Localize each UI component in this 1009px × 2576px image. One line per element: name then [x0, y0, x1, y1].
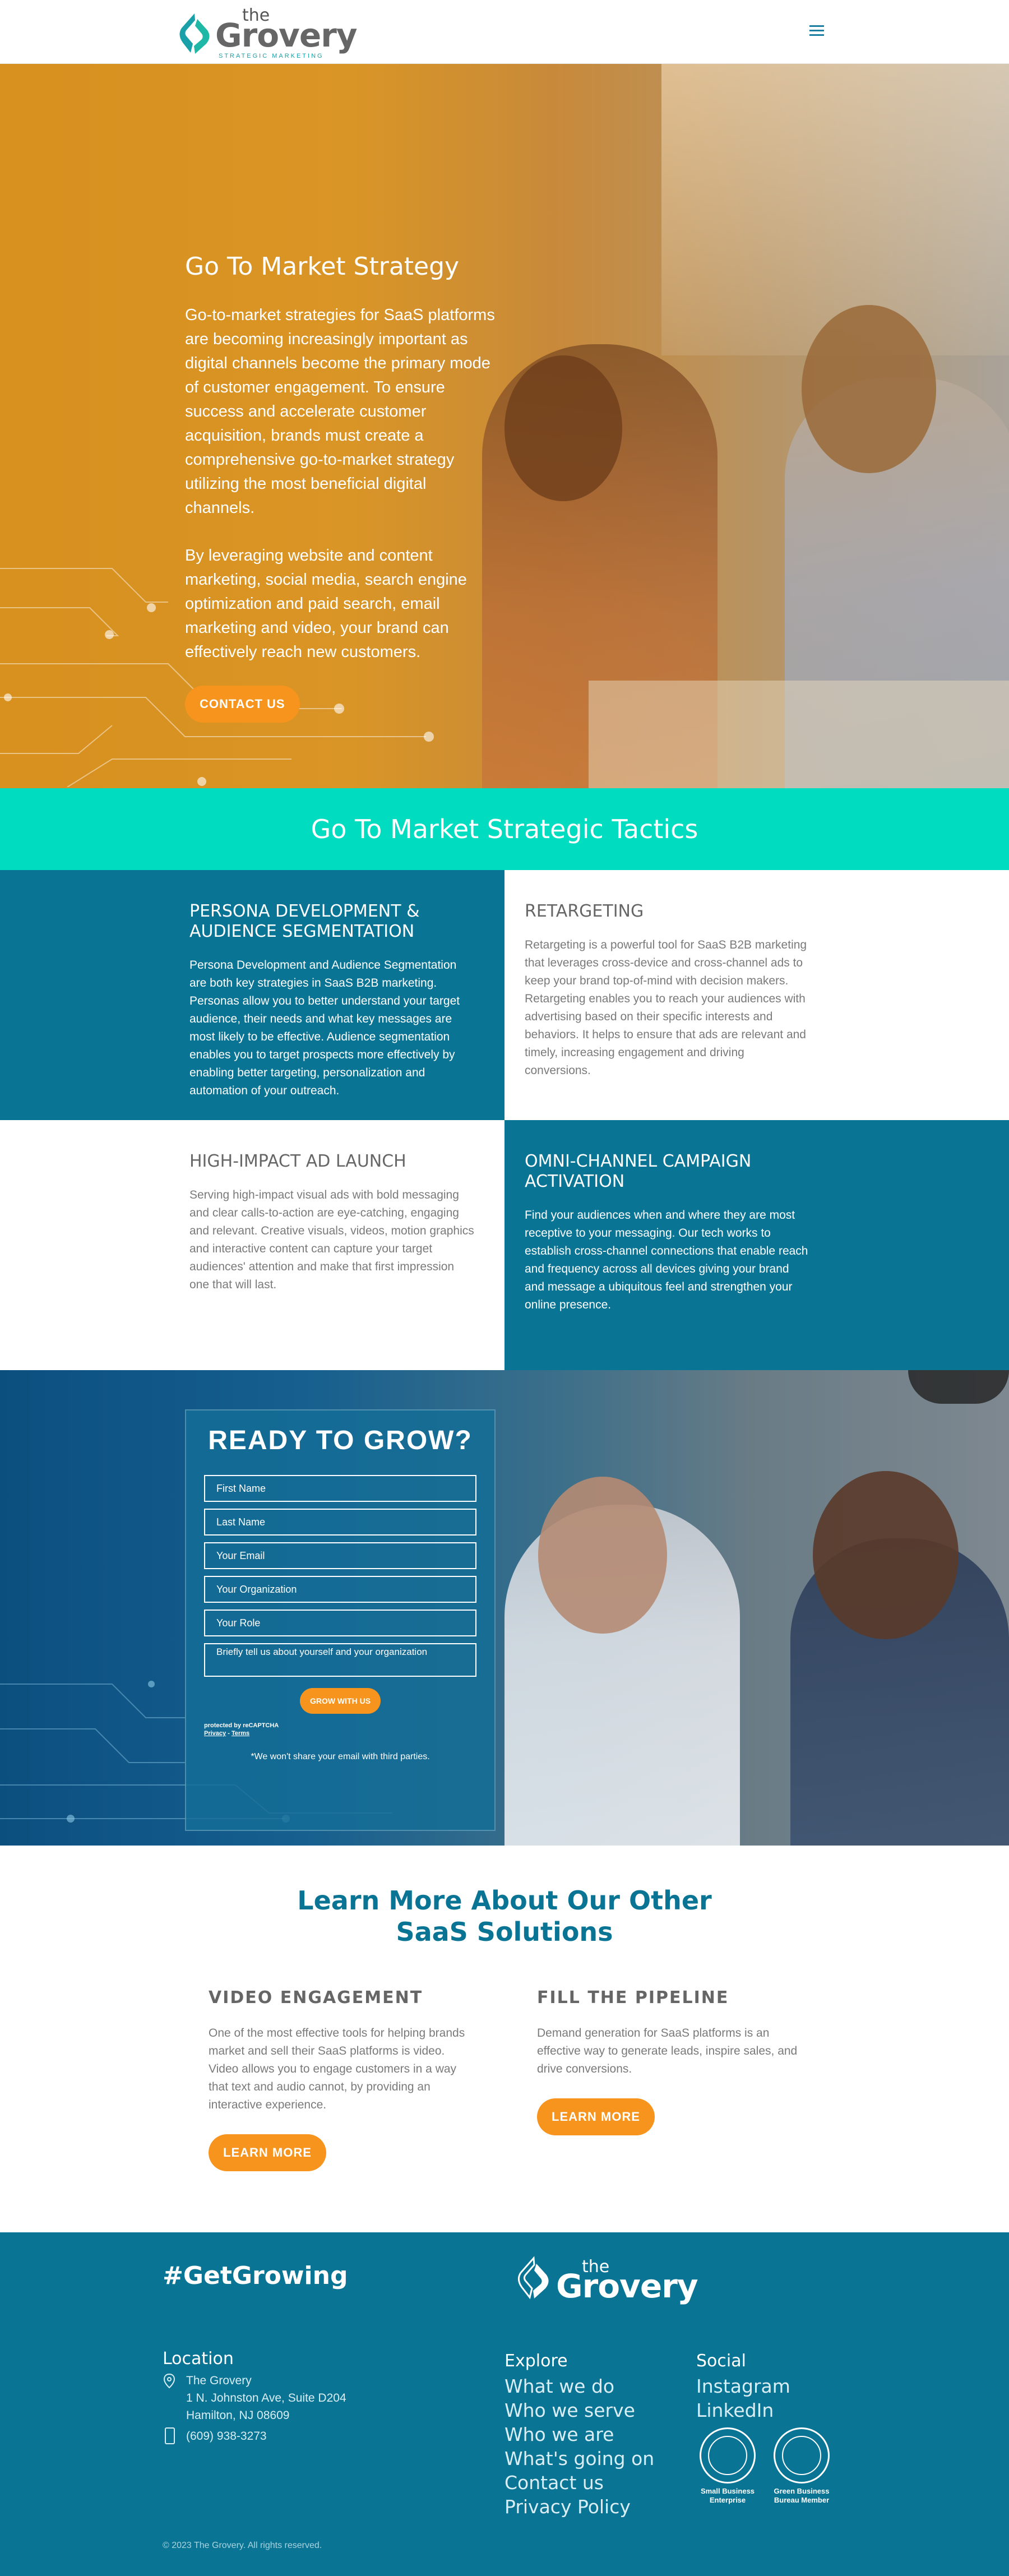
privacy-note: *We won't share your email with third pa…	[251, 1752, 430, 1761]
tactic-title: OMNI-CHANNEL CAMPAIGN ACTIVATION	[525, 1151, 752, 1191]
hero-section: Go To Market Strategy Go-to-market strat…	[0, 64, 1009, 788]
explore-link-who-we-are[interactable]: Who we are	[504, 2422, 654, 2446]
badge-label: Enterprise	[709, 2496, 746, 2504]
hero-table-image	[589, 681, 1009, 788]
footer-explore: Explore What we do Who we serve Who we a…	[504, 2351, 654, 2519]
solution-title: VIDEO ENGAGEMENT	[209, 1988, 423, 2008]
recaptcha-notice: protected by reCAPTCHA Privacy - Terms	[204, 1722, 279, 1737]
tactic-card-ad-launch: HIGH-IMPACT AD LAUNCH Serving high-impac…	[0, 1120, 504, 1370]
green-business-badge: Green Business Bureau Member	[771, 2427, 832, 2505]
explore-link-whats-going-on[interactable]: What's going on	[504, 2446, 654, 2471]
small-business-badge: Small Business Enterprise	[697, 2427, 758, 2505]
logo-the-text: the	[242, 6, 270, 25]
leaf-logo-icon	[179, 13, 210, 54]
solution-card-pipeline: FILL THE PIPELINE Demand generation for …	[537, 1988, 800, 2135]
tactics-heading: Go To Market Strategic Tactics	[311, 814, 698, 844]
phone-number: (609) 938-3273	[186, 2430, 267, 2443]
footer-logo-the: the	[582, 2257, 610, 2277]
privacy-link[interactable]: Privacy	[204, 1730, 226, 1737]
instagram-link[interactable]: Instagram	[696, 2374, 790, 2398]
organization-field[interactable]: Your Organization	[204, 1576, 476, 1603]
linkedin-link[interactable]: LinkedIn	[696, 2398, 790, 2422]
nj-seal-icon	[700, 2427, 756, 2483]
tactic-body: Retargeting is a powerful tool for SaaS …	[525, 938, 807, 1077]
hero-woman-head-image	[802, 305, 936, 473]
map-pin-icon	[163, 2373, 175, 2389]
certification-badges: Small Business Enterprise Green Business…	[697, 2427, 832, 2505]
footer-hashtag: #GetGrowing	[163, 2261, 348, 2290]
solution-body: One of the most effective tools for help…	[209, 2027, 465, 2111]
phone-icon	[165, 2427, 175, 2444]
first-name-field[interactable]: First Name	[204, 1475, 476, 1502]
learn-more-button[interactable]: LEARN MORE	[209, 2134, 326, 2171]
site-header: the Grovery STRATEGIC MARKETING	[0, 0, 1009, 64]
copyright: © 2023 The Grovery. All rights reserved.	[163, 2541, 322, 2550]
badge-label: Small Business	[700, 2487, 755, 2495]
man-head-image	[538, 1477, 667, 1634]
email-field[interactable]: Your Email	[204, 1542, 476, 1569]
tactic-card-retargeting: RETARGETING Retargeting is a powerful to…	[504, 870, 1009, 1120]
learn-more-button[interactable]: LEARN MORE	[537, 2098, 655, 2135]
tactic-body: Find your audiences when and where they …	[525, 1209, 808, 1311]
form-title: READY TO GROW?	[208, 1426, 473, 1455]
recaptcha-text: protected by reCAPTCHA	[204, 1722, 279, 1729]
gbb-seal-icon	[774, 2427, 830, 2483]
logo-name-text: Grovery	[215, 16, 358, 54]
site-footer: #GetGrowing the Grovery Location The Gro…	[0, 2232, 1009, 2576]
hero-paragraph-1: Go-to-market strategies for SaaS platfor…	[185, 306, 495, 517]
tactic-title: RETARGETING	[525, 901, 644, 921]
role-field[interactable]: Your Role	[204, 1610, 476, 1636]
tactic-body: Persona Development and Audience Segment…	[189, 959, 460, 1097]
badge-label: Green Business	[774, 2487, 830, 2495]
footer-social: Social Instagram LinkedIn	[696, 2351, 790, 2422]
learn-heading-line-1: Learn More About Our Other	[297, 1885, 712, 1916]
tactic-title: PERSONA DEVELOPMENT & AUDIENCE SEGMENTAT…	[189, 901, 420, 941]
hero-man-head-image	[504, 355, 622, 501]
leaf-logo-icon	[518, 2256, 549, 2300]
solution-card-video: VIDEO ENGAGEMENT One of the most effecti…	[209, 1988, 472, 2171]
tactic-card-persona: PERSONA DEVELOPMENT & AUDIENCE SEGMENTAT…	[0, 870, 504, 1120]
footer-logo[interactable]: the Grovery	[516, 2256, 698, 2305]
footer-logo-name: Grovery	[556, 2267, 698, 2305]
tactic-title: HIGH-IMPACT AD LAUNCH	[189, 1151, 406, 1171]
location-heading: Location	[163, 2349, 234, 2369]
message-textarea[interactable]: Briefly tell us about yourself and your …	[204, 1643, 476, 1677]
last-name-field[interactable]: Last Name	[204, 1509, 476, 1536]
social-heading: Social	[696, 2351, 746, 2371]
lamp-image	[908, 1370, 1009, 1404]
hamburger-menu-icon[interactable]	[807, 22, 826, 39]
terms-link[interactable]: Terms	[232, 1730, 249, 1737]
grovery-logo[interactable]: the Grovery STRATEGIC MARKETING	[178, 6, 358, 59]
explore-link-privacy-policy[interactable]: Privacy Policy	[504, 2495, 654, 2519]
tactics-heading-band: Go To Market Strategic Tactics	[0, 788, 1009, 870]
solution-title: FILL THE PIPELINE	[537, 1988, 729, 2008]
hero-title: Go To Market Strategy	[185, 252, 460, 281]
solution-body: Demand generation for SaaS platforms is …	[537, 2027, 798, 2075]
badge-label: Bureau Member	[774, 2496, 830, 2504]
location-line: The Grovery	[163, 2372, 346, 2389]
location-address-1: 1 N. Johnston Ave, Suite D204	[186, 2392, 346, 2404]
tactics-grid: PERSONA DEVELOPMENT & AUDIENCE SEGMENTAT…	[0, 870, 1009, 1370]
contact-us-button[interactable]: CONTACT US	[185, 686, 300, 723]
explore-link-contact-us[interactable]: Contact us	[504, 2471, 654, 2495]
footer-location: Location The Grovery 1 N. Johnston Ave, …	[163, 2349, 346, 2424]
tactic-body: Serving high-impact visual ads with bold…	[189, 1188, 474, 1291]
location-name: The Grovery	[186, 2374, 252, 2387]
explore-link-what-we-do[interactable]: What we do	[504, 2374, 654, 2398]
explore-link-who-we-serve[interactable]: Who we serve	[504, 2398, 654, 2422]
grow-with-us-button[interactable]: GROW WITH US	[300, 1688, 381, 1714]
woman-head-image	[813, 1471, 959, 1639]
hero-whiteboard-image	[661, 64, 1009, 355]
explore-heading: Explore	[504, 2351, 568, 2371]
learn-heading-line-2: SaaS Solutions	[396, 1917, 613, 1947]
tactic-card-omni-channel: OMNI-CHANNEL CAMPAIGN ACTIVATION Find yo…	[504, 1120, 1009, 1370]
hero-paragraph-2: By leveraging website and content market…	[185, 547, 467, 661]
learn-more-heading: Learn More About Our Other SaaS Solution…	[0, 1885, 1009, 1948]
contact-form: READY TO GROW? First Name Last Name Your…	[185, 1409, 496, 1831]
ready-to-grow-section: READY TO GROW? First Name Last Name Your…	[0, 1370, 1009, 1846]
footer-phone[interactable]: (609) 938-3273	[163, 2427, 267, 2444]
learn-more-section: Learn More About Our Other SaaS Solution…	[0, 1846, 1009, 2232]
location-address-2: Hamilton, NJ 08609	[186, 2409, 290, 2422]
